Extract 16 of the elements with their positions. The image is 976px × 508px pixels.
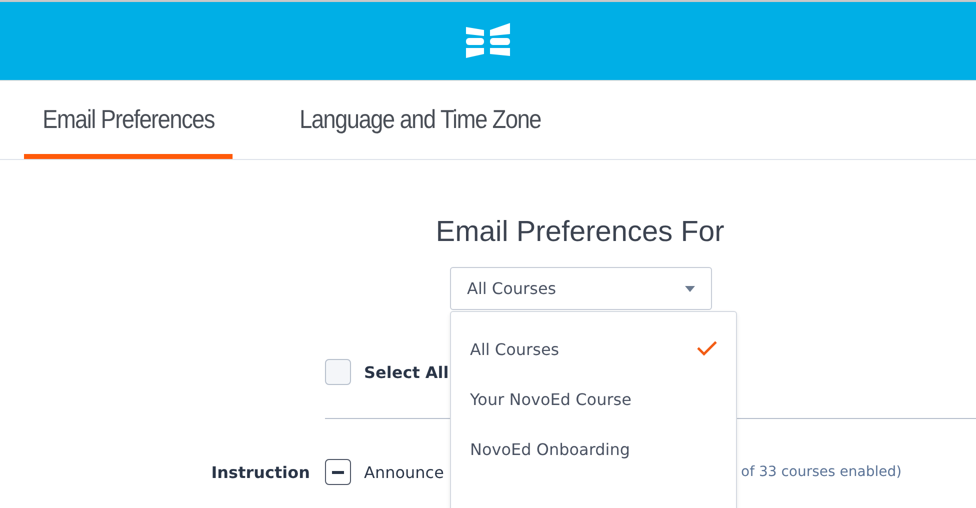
select-all-label: Select All bbox=[364, 362, 449, 382]
minus-icon bbox=[332, 470, 344, 474]
dropdown-option[interactable]: NovoEd Onboarding bbox=[451, 430, 736, 480]
logo-icon bbox=[466, 22, 510, 60]
dropdown-option[interactable]: Your NovoEd Course bbox=[451, 380, 736, 430]
tab[interactable]: Language and Time Zone bbox=[281, 82, 560, 159]
caret-icon bbox=[685, 286, 695, 292]
section-title: Email Preferences For bbox=[434, 216, 726, 249]
category-label: Instruction bbox=[210, 462, 310, 482]
dropdown-option[interactable]: All Courses bbox=[451, 330, 736, 380]
course-count: of 33 courses enabled) bbox=[741, 464, 903, 480]
setting-label: Announce bbox=[364, 462, 444, 482]
checkbox[interactable] bbox=[325, 459, 351, 485]
checkbox[interactable] bbox=[325, 359, 351, 385]
course-select[interactable]: All Courses bbox=[450, 267, 712, 310]
tab[interactable]: Email Preferences bbox=[24, 82, 233, 159]
